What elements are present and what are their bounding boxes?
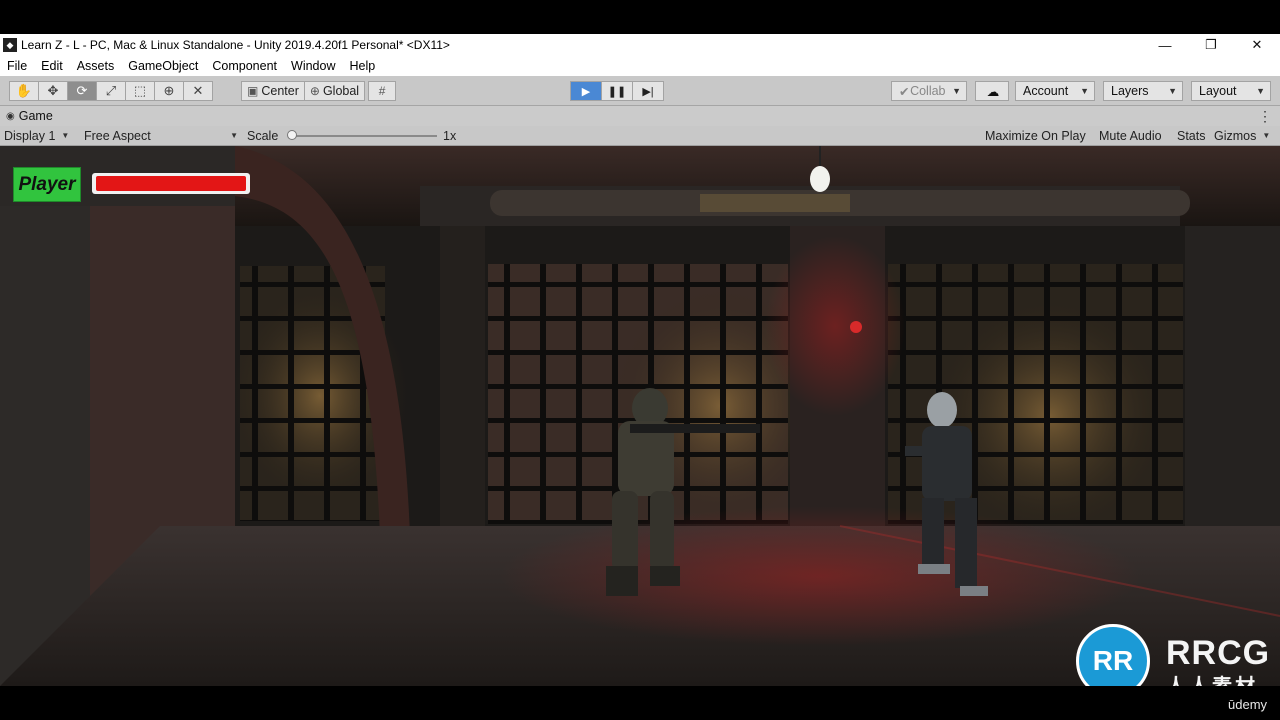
light-bulb (810, 166, 830, 192)
hand-icon[interactable]: ✋ (9, 81, 39, 101)
game-tab-bar: ◉ Game ⋮ (0, 106, 1280, 126)
custom-tool-icon[interactable]: ✕ (183, 81, 213, 101)
letterbox-bottom (0, 686, 1280, 720)
menu-assets[interactable]: Assets (70, 59, 122, 73)
menu-help[interactable]: Help (342, 59, 382, 73)
red-alarm-light (850, 321, 862, 333)
menu-bar: File Edit Assets GameObject Component Wi… (0, 56, 1280, 76)
tab-game-label: Game (18, 109, 53, 123)
aspect-dropdown[interactable]: Free Aspect ▼ (84, 126, 238, 145)
move-icon[interactable]: ✥ (38, 81, 68, 101)
aspect-label: Free Aspect (84, 128, 151, 143)
rotate-icon[interactable]: ⟳ (67, 81, 97, 101)
grid-snap-button[interactable]: # (368, 81, 397, 101)
scale-icon[interactable]: ⤢ (96, 81, 126, 101)
collab-dropdown[interactable]: ✔ Collab ▼ (891, 81, 967, 101)
globe-icon: ⊕ (309, 84, 320, 98)
menu-edit[interactable]: Edit (34, 59, 70, 73)
letterbox-top (0, 0, 1280, 34)
gizmos-label: Gizmos (1214, 128, 1257, 143)
step-button[interactable]: ▶| (632, 81, 664, 101)
gamepad-icon: ◉ (6, 110, 15, 122)
transform-tools: ✋ ✥ ⟳ ⤢ ⬚ ⊕ ✕ (9, 81, 213, 101)
unity-logo-icon: ◆ (3, 38, 17, 52)
check-icon: ✔ (899, 84, 910, 99)
transform-icon[interactable]: ⊕ (154, 81, 184, 101)
display-label: Display 1 (4, 128, 56, 143)
chevron-down-icon: ▼ (61, 131, 70, 140)
udemy-logo: ūdemy (1228, 697, 1268, 712)
player-health-fill (96, 176, 246, 191)
pivot-controls: ▣ Center ⊕ Global # (241, 81, 397, 101)
scale-label: Scale (247, 128, 279, 143)
collab-label: Collab (910, 84, 946, 98)
rect-icon[interactable]: ⬚ (125, 81, 155, 101)
main-toolbar: ✋ ✥ ⟳ ⤢ ⬚ ⊕ ✕ ▣ Center ⊕ Global # ▶ ❚❚ ▶… (0, 76, 1280, 106)
pivot-icon: ▣ (247, 84, 259, 98)
rrcg-logo-icon: RR (1076, 624, 1150, 686)
maximize-on-play-toggle[interactable]: Maximize On Play (985, 126, 1086, 145)
scale-slider-handle[interactable] (287, 130, 297, 140)
menu-gameobject[interactable]: GameObject (121, 59, 205, 73)
play-button[interactable]: ▶ (570, 81, 602, 101)
watermark-text: RRCG (1166, 634, 1271, 672)
chevron-down-icon: ▼ (1080, 86, 1089, 96)
scale-slider-track[interactable] (292, 135, 437, 137)
chevron-down-icon: ▼ (1256, 86, 1265, 96)
scale-value: 1x (443, 128, 457, 143)
mute-audio-toggle[interactable]: Mute Audio (1099, 126, 1162, 145)
more-options-icon[interactable]: ⋮ (1258, 108, 1272, 125)
menu-component[interactable]: Component (205, 59, 284, 73)
playback-controls: ▶ ❚❚ ▶| (570, 81, 664, 101)
pivot-center-button[interactable]: ▣ Center (241, 81, 305, 101)
stats-toggle[interactable]: Stats (1177, 126, 1206, 145)
menu-file[interactable]: File (0, 59, 34, 73)
chevron-down-icon: ▼ (230, 131, 238, 140)
layout-dropdown[interactable]: Layout ▼ (1191, 81, 1271, 101)
chevron-down-icon: ▼ (952, 86, 961, 96)
account-label: Account (1023, 84, 1069, 98)
layers-dropdown[interactable]: Layers ▼ (1103, 81, 1183, 101)
grid-snap-icon: # (378, 84, 386, 98)
layout-label: Layout (1199, 84, 1237, 98)
display-dropdown[interactable]: Display 1 ▼ (4, 126, 69, 145)
account-dropdown[interactable]: Account ▼ (1015, 81, 1095, 101)
pivot-label: Center (261, 84, 299, 98)
space-global-button[interactable]: ⊕ Global (303, 81, 366, 101)
game-view-controls: Display 1 ▼ Free Aspect ▼ Scale 1x Maxim… (0, 126, 1280, 146)
game-viewport[interactable]: Player RR RRCG 人人素材 (0, 146, 1280, 686)
layers-label: Layers (1111, 84, 1149, 98)
minimize-button[interactable]: — (1142, 34, 1188, 56)
player-health-bar (92, 173, 250, 194)
window-title: Learn Z - L - PC, Mac & Linux Standalone… (21, 38, 450, 52)
window-titlebar: ◆ Learn Z - L - PC, Mac & Linux Standalo… (0, 34, 1280, 56)
chevron-down-icon: ▼ (1168, 86, 1177, 96)
tab-game[interactable]: ◉ Game (0, 106, 59, 126)
menu-window[interactable]: Window (284, 59, 342, 73)
maximize-button[interactable]: ❐ (1188, 34, 1234, 56)
close-button[interactable]: ✕ (1234, 34, 1280, 56)
dungeon-scene (0, 146, 1280, 686)
rrcg-watermark: RR RRCG 人人素材 (1076, 624, 1276, 686)
cloud-icon: ☁ (986, 84, 1000, 99)
player-name-badge: Player (13, 167, 81, 202)
cloud-button[interactable]: ☁ (975, 81, 1009, 101)
gizmos-dropdown[interactable]: Gizmos ▼ (1214, 126, 1270, 145)
watermark-subtext: 人人素材 (1166, 670, 1258, 686)
chevron-down-icon: ▼ (1262, 131, 1271, 140)
pause-button[interactable]: ❚❚ (601, 81, 633, 101)
space-label: Global (322, 84, 360, 98)
